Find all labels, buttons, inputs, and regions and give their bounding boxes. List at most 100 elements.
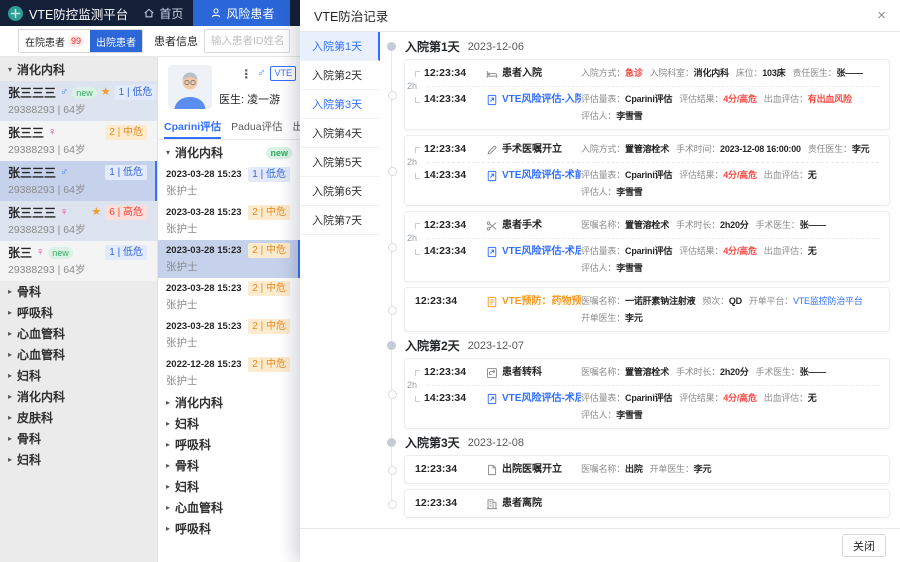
department-label: 骨科: [17, 283, 41, 300]
field-value: 张——: [800, 367, 826, 377]
assessment-group-header[interactable]: ▸妇科: [158, 413, 300, 434]
patient-id-age: 29388293 | 64岁: [8, 102, 147, 117]
assessment-list-item[interactable]: 2023-03-28 15:232 | 中危张护士: [158, 202, 300, 240]
department-group-header[interactable]: ▾消化内科: [0, 57, 157, 81]
interval-line: [427, 86, 879, 87]
event-fields: 医嘱名称：置管溶栓术手术时长：2h20分手术医生：张——: [581, 364, 879, 381]
assessment-group-header[interactable]: ▸骨科: [158, 455, 300, 476]
assessment-group-header[interactable]: ▸心血管科: [158, 497, 300, 518]
drawer-nav-day-label: 入院第5天: [312, 154, 362, 170]
more-icon[interactable]: ⋮: [240, 67, 252, 81]
filter-in-hospital-button[interactable]: 在院患者99: [19, 30, 90, 52]
event-fields: 医嘱名称：出院开单医生：李元: [581, 461, 879, 478]
event-time: 12:23:34: [415, 141, 485, 158]
event-title[interactable]: VTE风险评估-术后: [485, 390, 581, 407]
star-icon[interactable]: ★: [91, 207, 101, 218]
assessment-list-item[interactable]: 2023-03-28 15:232 | 中危张护士: [158, 278, 300, 316]
assessment-group-header[interactable]: ▸呼吸科: [158, 434, 300, 455]
assess-doc-icon: [485, 392, 498, 405]
drawer-nav-day[interactable]: 入院第2天: [300, 61, 380, 90]
patient-list-item[interactable]: 张三三三♀★6 | 高危29388293 | 64岁: [0, 201, 157, 241]
department-group-header[interactable]: ▸骨科: [0, 281, 157, 302]
star-icon[interactable]: ★: [101, 87, 111, 98]
patient-row-main: 张三三三♀★6 | 高危: [8, 204, 147, 221]
timeline-day-header: 入院第2天2023-12-07: [388, 337, 890, 354]
assessment-list-item[interactable]: 2023-03-28 15:232 | 中危张护士: [158, 240, 300, 278]
seg-label: 出院患者: [96, 34, 136, 49]
event-title-text: 患者手术: [502, 217, 542, 234]
field: 手术时长：2h20分: [676, 364, 749, 381]
collapse-icon: ▾: [166, 148, 170, 157]
filter-discharged-button[interactable]: 出院患者: [90, 30, 142, 52]
close-button[interactable]: 关闭: [842, 534, 886, 557]
nav-item-risk-patients[interactable]: 风险患者: [193, 0, 290, 26]
department-group-header[interactable]: ▸心血管科: [0, 323, 157, 344]
department-group-header[interactable]: ▸消化内科: [0, 386, 157, 407]
home-icon: [142, 7, 155, 20]
patient-search-input[interactable]: [204, 29, 290, 53]
day-dot-icon: [387, 42, 396, 51]
event-title[interactable]: VTE风险评估-术后: [485, 243, 581, 260]
field-label: 评估人：: [581, 263, 616, 273]
interval-row: 2h: [415, 381, 879, 390]
field: 责任医生：李元: [808, 141, 870, 158]
field-label: 开单医生：: [650, 464, 694, 474]
drawer-nav-day[interactable]: 入院第1天: [300, 32, 380, 61]
patient-list-item[interactable]: 张三三三♂1 | 低危29388293 | 64岁: [0, 161, 157, 201]
collapse-icon: ▸: [166, 524, 170, 533]
tab-Cparini评估[interactable]: Cparini评估: [164, 115, 221, 139]
department-group-header[interactable]: ▸妇科: [0, 449, 157, 470]
event-title-text: VTE风险评估-入院: [502, 91, 581, 108]
assessment-list-item[interactable]: 2022-12-28 15:232 | 中危张护士: [158, 354, 300, 392]
department-group-header[interactable]: ▸妇科: [0, 365, 157, 386]
field: 评估结果：4分/高危: [679, 91, 757, 108]
assess-doc-icon: [485, 169, 498, 182]
day-title: 入院第3天: [405, 434, 460, 451]
tab-Padua评估[interactable]: Padua评估: [231, 115, 282, 139]
event-title[interactable]: VTE风险评估-入院: [485, 91, 581, 108]
department-label: 妇科: [175, 478, 199, 495]
assessment-group-header[interactable]: ▸消化内科: [158, 392, 300, 413]
drawer-nav-day[interactable]: 入院第7天: [300, 206, 380, 235]
assessment-group-header[interactable]: ▸呼吸科: [158, 518, 300, 539]
event-title-text: 患者转科: [502, 364, 542, 381]
field: 频次：QD: [702, 293, 742, 310]
department-group-header[interactable]: ▸心血管科: [0, 344, 157, 365]
field: 评估人：李雪雪: [581, 111, 643, 121]
event-title-text: 出院医嘱开立: [502, 461, 562, 478]
nav-item-home[interactable]: 首页: [132, 0, 193, 26]
field: 评估量表：Cparini评估: [581, 390, 672, 407]
drawer-timeline: 入院第1天2023-12-0612:23:34患者入院入院方式：急诊入院科室：消…: [388, 38, 890, 518]
patient-list-item[interactable]: 张三三♀2 | 中危29388293 | 64岁: [0, 121, 157, 161]
field-label: 手术时长：: [676, 220, 720, 230]
drawer-nav-day[interactable]: 入院第3天: [300, 90, 380, 119]
department-group-header[interactable]: ▸骨科: [0, 428, 157, 449]
field-value[interactable]: VTE监控防治平台: [793, 296, 863, 306]
assessment-row-main: 2023-03-28 15:232 | 中危: [166, 319, 290, 334]
assessment-list-item[interactable]: 2023-03-28 15:231 | 低危张护士: [158, 164, 300, 202]
patient-list-item[interactable]: 张三♀new1 | 低危29388293 | 64岁: [0, 241, 157, 281]
patient-list-item[interactable]: 张三三三♂new★1 | 低危29388293 | 64岁: [0, 81, 157, 121]
close-icon[interactable]: ×: [877, 8, 886, 23]
drawer-nav-day[interactable]: 入院第4天: [300, 119, 380, 148]
event-time: 14:23:34: [415, 243, 485, 260]
field-value: 一诺肝素钠注射液: [625, 296, 695, 306]
event-fields: 评估量表：Cparini评估评估结果：4分/高危出血评估：有出血风险: [581, 91, 879, 108]
event-title-text: VTE风险评估-术前: [502, 167, 581, 184]
drawer-nav-day[interactable]: 入院第6天: [300, 177, 380, 206]
department-group-header[interactable]: ▸皮肤科: [0, 407, 157, 428]
tab-出血评估[interactable]: 出血评估: [293, 115, 300, 139]
event-title[interactable]: VTE风险评估-术前: [485, 167, 581, 184]
assessment-time: 2023-03-28 15:23: [166, 207, 242, 218]
leave-icon: [485, 497, 498, 510]
female-icon: ♀: [60, 207, 68, 218]
field-label: 医嘱名称：: [581, 464, 625, 474]
drawer-nav-day[interactable]: 入院第5天: [300, 148, 380, 177]
assessment-group-header[interactable]: ▾消化内科new: [158, 140, 300, 164]
assessment-group-header[interactable]: ▸妇科: [158, 476, 300, 497]
event-title-text: 患者离院: [502, 495, 542, 512]
assessment-list-item[interactable]: 2023-03-28 15:232 | 中危张护士: [158, 316, 300, 354]
assessor-name: 张护士: [166, 297, 290, 312]
department-group-header[interactable]: ▸呼吸科: [0, 302, 157, 323]
field-value: 4分/高危: [723, 94, 757, 104]
